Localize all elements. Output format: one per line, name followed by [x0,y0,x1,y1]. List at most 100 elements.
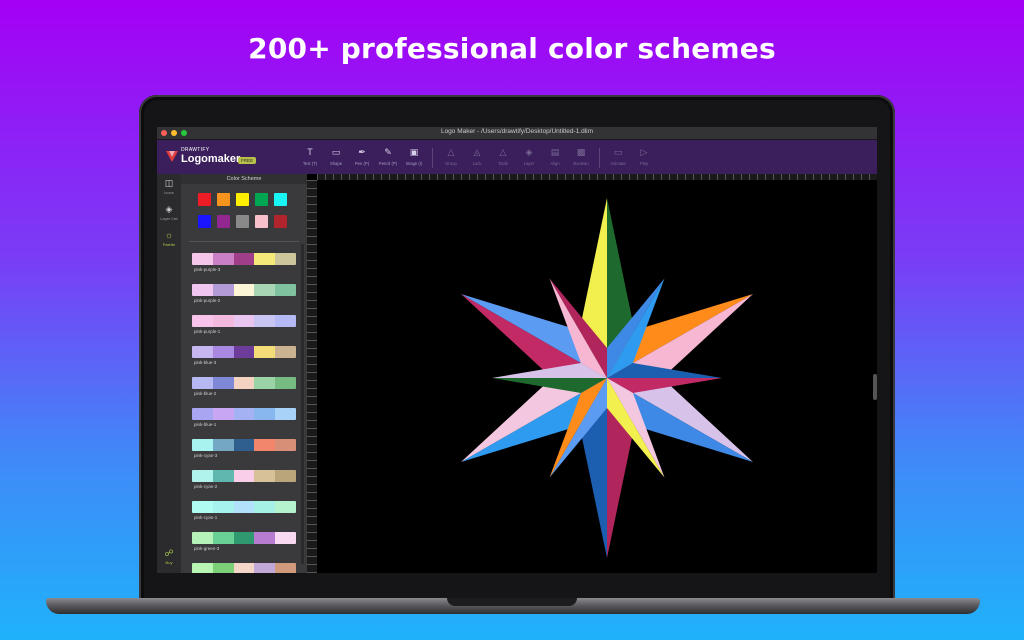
inspector-collapse-handle[interactable] [873,374,877,400]
color-swatch[interactable] [274,215,287,228]
sidebar-item-palette[interactable]: ☼ Palette [157,230,181,247]
color-swatch[interactable] [198,193,211,206]
scheme-color [254,501,276,513]
panel-divider [189,241,299,242]
scheme-color [275,501,296,513]
tools-tool[interactable]: △ Tools [490,144,516,172]
scheme-color [254,284,276,296]
scheme-name: pink-cyan-2 [194,484,218,489]
color-scheme-item[interactable]: pink-purple-1 [192,315,298,346]
image-tool[interactable]: ▣ Image (I) [401,144,427,172]
scheme-color [254,253,276,265]
sidebar-item-label: Buy [165,560,173,565]
scheme-color [275,563,296,573]
panel-title: Color Scheme [181,174,307,184]
color-swatch[interactable] [217,193,230,206]
play-tool[interactable]: ▷ Play [631,144,657,172]
lock-icon: ◬ [473,147,481,157]
color-swatch[interactable] [255,215,268,228]
align-tool[interactable]: ▤ Align [542,144,568,172]
color-scheme-item[interactable]: pink-purple-3 [192,253,298,284]
scheme-color [212,284,234,296]
scheme-name: pink-purple-3 [194,267,221,272]
pencil-tool[interactable]: ✎ Pencil (P) [375,144,401,172]
lock-tool[interactable]: ◬ Lock [464,144,490,172]
color-scheme-item[interactable]: pink-blue-1 [192,408,298,439]
scheme-color [275,315,296,327]
scheme-color-bar [192,377,296,389]
color-scheme-item[interactable]: pink-cyan-2 [192,470,298,501]
main-toolbar: DRAWTIFY Logomaker FREE T Text (T) ▭ Sha… [157,140,877,174]
color-scheme-item[interactable]: pink-cyan-1 [192,501,298,532]
text-tool[interactable]: T Text (T) [297,144,323,172]
color-swatch[interactable] [236,193,249,206]
design-canvas[interactable] [307,174,877,573]
color-scheme-item[interactable]: pink-green-3 [192,532,298,563]
scheme-name: pink-green-3 [194,546,220,551]
scheme-color [254,532,276,544]
scheme-color-bar [192,501,296,513]
sidebar-item-label: Icons [164,190,174,195]
scheme-color [212,377,234,389]
scheme-color [254,470,276,482]
color-swatch[interactable] [274,193,287,206]
boolean-icon: ▩ [576,147,586,157]
logomaker-logo-icon [166,151,178,162]
scheme-color [254,315,276,327]
tool-label: Image (I) [405,161,423,166]
animate-icon: ▭ [613,147,623,157]
layer-tool[interactable]: ◈ Layer [516,144,542,172]
scheme-name: pink-cyan-3 [194,453,218,458]
tool-label: Align [550,161,560,166]
scheme-color [233,253,255,265]
scheme-color [233,377,255,389]
animate-tool[interactable]: ▭ Animate [605,144,631,172]
group-tool[interactable]: △ Group [438,144,464,172]
scheme-color [233,563,255,573]
color-scheme-item[interactable]: pink-blue-2 [192,377,298,408]
color-scheme-item[interactable]: pink-blue-3 [192,346,298,377]
icons-icon: ◫ [164,178,174,188]
scheme-color-bar [192,346,296,358]
panel-scrollbar[interactable] [301,244,304,564]
scheme-color [192,377,213,389]
tools-icon: △ [499,147,507,157]
scheme-color [275,346,296,358]
color-scheme-item[interactable]: pink-purple-2 [192,284,298,315]
color-swatch[interactable] [198,215,211,228]
color-swatch[interactable] [217,215,230,228]
window-titlebar: Logo Maker - /Users/drawtify/Desktop/Unt… [157,127,877,140]
scheme-color [233,284,255,296]
scheme-color-bar [192,253,296,265]
sidebar-item-icons[interactable]: ◫ Icons [157,178,181,195]
scheme-color-bar [192,284,296,296]
palette-icon: ☼ [164,230,174,240]
star-artwork[interactable] [307,174,877,573]
group-icon: △ [447,147,455,157]
color-scheme-item[interactable] [192,563,298,573]
tool-label: Play [639,161,649,166]
sidebar-item-layer-list[interactable]: ◈ Layer List [157,204,181,221]
scheme-color [212,501,234,513]
tool-label: Lock [472,161,482,166]
scheme-color-bar [192,563,296,573]
scheme-color [212,470,234,482]
scheme-color [192,315,213,327]
text-icon: T [307,147,313,157]
window-title: Logo Maker - /Users/drawtify/Desktop/Unt… [440,128,594,135]
scheme-name: pink-cyan-1 [194,515,218,520]
color-swatch[interactable] [236,215,249,228]
boolean-tool[interactable]: ▩ Boolean [568,144,594,172]
shape-tool[interactable]: ▭ Shape [323,144,349,172]
scheme-color-bar [192,315,296,327]
color-scheme-item[interactable]: pink-cyan-3 [192,439,298,470]
scheme-color [212,253,234,265]
tool-group: T Text (T) ▭ Shape ✒ Pen (P) ✎ Pencil (P… [297,144,657,172]
scheme-color [192,501,213,513]
tool-label: Pen (P) [354,161,370,166]
scheme-name: pink-purple-2 [194,298,221,303]
sidebar-item-buy[interactable]: ☍ Buy [157,548,181,565]
pen-tool[interactable]: ✒ Pen (P) [349,144,375,172]
scheme-color [192,532,213,544]
color-swatch[interactable] [255,193,268,206]
